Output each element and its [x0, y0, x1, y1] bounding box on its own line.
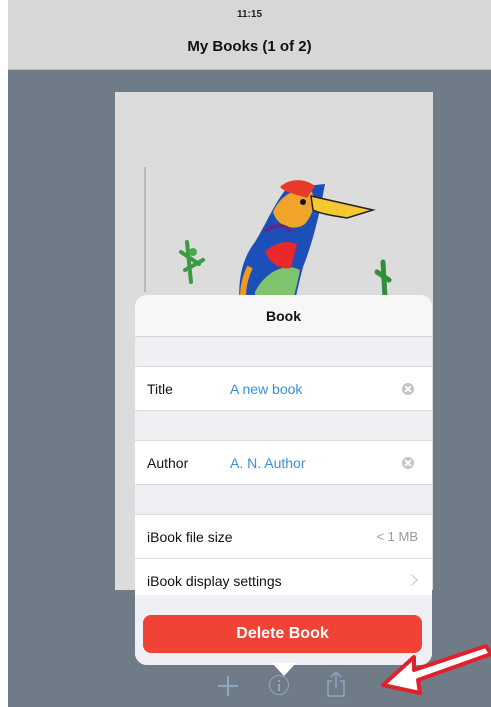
popover-title: Book: [266, 308, 301, 324]
author-label: Author: [147, 455, 189, 471]
share-icon[interactable]: [324, 670, 348, 698]
group-separator: [135, 485, 432, 515]
ibooks-author-screen: 11:15 My Books (1 of 2) Book Title A new…: [0, 0, 491, 707]
author-row[interactable]: Author A. N. Author: [135, 441, 432, 485]
file-size-row: iBook file size < 1 MB: [135, 515, 432, 559]
popover-arrow: [272, 663, 296, 676]
red-arrow-annotation: [381, 644, 491, 695]
popover-header: Book: [135, 295, 432, 337]
title-field[interactable]: A new book: [230, 381, 302, 397]
display-settings-label: iBook display settings: [147, 573, 282, 589]
group-separator: [135, 411, 432, 441]
nav-bar: My Books (1 of 2): [8, 26, 491, 70]
author-field[interactable]: A. N. Author: [230, 455, 305, 471]
status-time: 11:15: [236, 9, 263, 20]
status-bar: 11:15: [8, 0, 491, 26]
chevron-right-icon: [406, 574, 418, 586]
add-icon[interactable]: [216, 674, 240, 698]
page-title: My Books (1 of 2): [187, 38, 312, 55]
group-separator: [135, 337, 432, 367]
info-icon[interactable]: [269, 675, 289, 695]
clear-author-icon[interactable]: [402, 457, 414, 469]
clear-title-icon[interactable]: [402, 383, 414, 395]
title-label: Title: [147, 381, 173, 397]
file-size-label: iBook file size: [147, 529, 233, 545]
title-row[interactable]: Title A new book: [135, 367, 432, 411]
file-size-value: < 1 MB: [376, 529, 418, 544]
